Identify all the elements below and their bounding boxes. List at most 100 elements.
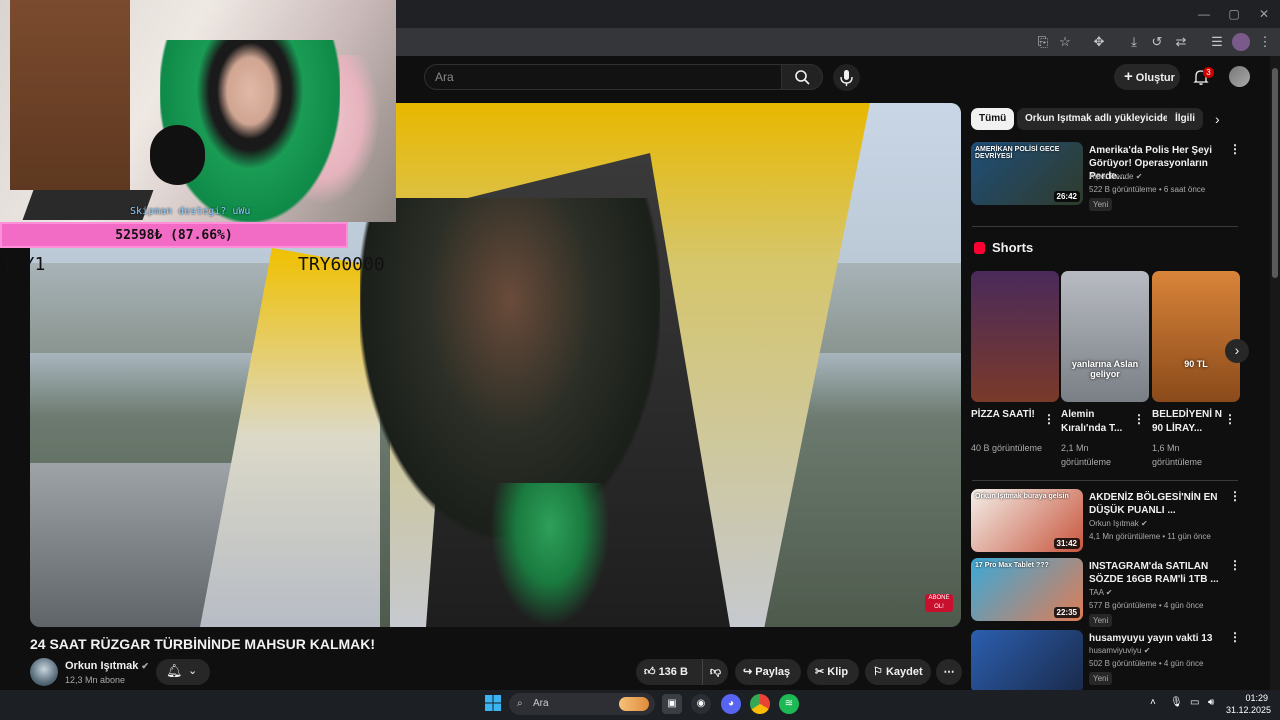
thumbs-down-icon: 👎︎ [709, 666, 722, 678]
chip-all[interactable]: Tümü [971, 108, 1015, 130]
create-button[interactable]: + Oluştur [1114, 64, 1180, 90]
search-input[interactable]: Ara [424, 64, 782, 90]
chips-next-icon[interactable]: › [1215, 111, 1220, 127]
download-icon[interactable]: ⤓ [1125, 33, 1143, 51]
chrome-icon[interactable] [750, 694, 770, 714]
video-thumbnail[interactable]: AMERİKAN POLİSİ GECE DEVRİYESİ 26:42 [971, 142, 1083, 205]
webcam-overlay [0, 0, 396, 222]
recommended-channel[interactable]: TAA ✔ [1089, 588, 1112, 597]
more-options-icon[interactable]: ⋮ [1229, 558, 1241, 572]
microphone [150, 125, 205, 185]
spotify-icon[interactable]: ≋ [779, 694, 799, 714]
bookmark-icon: ⚐ [873, 666, 883, 678]
recommended-video[interactable]: AMERİKAN POLİSİ GECE DEVRİYESİ 26:42 Ameri… [971, 142, 1241, 211]
channel-name[interactable]: Orkun Işıtmak ✔ [65, 660, 149, 672]
more-icon: ⋯ [943, 666, 955, 678]
more-options-icon[interactable]: ⋮ [1229, 630, 1241, 644]
network-icon[interactable]: ▭ [1190, 697, 1199, 708]
search-button[interactable] [781, 64, 823, 90]
short-thumbnail[interactable]: yanlarına Aslan geliyor [1061, 271, 1149, 402]
more-options-icon[interactable]: ⋮ [1224, 412, 1236, 426]
chip-related[interactable]: İlgili [1167, 108, 1203, 130]
channel-avatar[interactable] [30, 658, 58, 686]
voice-search-button[interactable] [833, 64, 860, 91]
task-view-icon[interactable]: ▣ [662, 694, 682, 714]
recommended-video[interactable]: 17 Pro Max Tablet ??? 22:35 INSTAGRAM'da S… [971, 558, 1241, 627]
video-title: 24 SAAT RÜZGAR TÜRBİNİNDE MAHSUR KALMAK! [30, 636, 376, 652]
extensions-icon[interactable]: ✥ [1090, 33, 1108, 51]
recommended-meta: 522 B görüntüleme • 6 saat önce [1089, 185, 1206, 194]
minimize-icon[interactable]: — [1196, 6, 1212, 22]
subscription-bell-button[interactable]: 🔔︎ ⌄ [156, 659, 210, 685]
section-divider [972, 226, 1238, 227]
reading-list-icon[interactable]: ☰ [1208, 33, 1226, 51]
obs-icon[interactable]: ◉ [691, 694, 711, 714]
recommended-title[interactable]: INSTAGRAM'da SATILAN SÖZDE 16GB RAM'li 1… [1089, 560, 1229, 586]
tray-overflow-icon[interactable]: ˄ [1150, 697, 1156, 708]
browser-menu-icon[interactable]: ⋮ [1256, 33, 1274, 51]
profile-icon[interactable] [1232, 33, 1250, 51]
bookmark-star-icon[interactable]: ☆ [1056, 33, 1074, 51]
short-thumbnail[interactable]: 90 TL [1152, 271, 1240, 402]
recommended-channel[interactable]: husamviyuviyu ✔ [1089, 646, 1150, 655]
translate-icon[interactable]: ⇄ [1172, 33, 1190, 51]
more-options-icon[interactable]: ⋮ [1229, 142, 1241, 156]
short-title[interactable]: Alemin Kıralı'nda T... [1061, 408, 1131, 436]
search-icon [795, 70, 810, 85]
like-button[interactable]: 👍︎ 136 B [636, 659, 702, 685]
close-window-icon[interactable]: ✕ [1256, 6, 1272, 22]
shorts-heading: Shorts [992, 240, 1034, 255]
recommended-channel[interactable]: Alper Rende ✔ [1089, 172, 1142, 181]
dislike-button[interactable]: 👎︎ [702, 659, 728, 685]
recommended-video[interactable]: husamyuyu yayın vakti 13 husamviyuviyu ✔ 5… [971, 630, 1241, 694]
more-options-icon[interactable]: ⋮ [1229, 489, 1241, 503]
start-button[interactable] [483, 694, 503, 714]
taskbar-clock-date[interactable]: 31.12.2025 [1226, 705, 1271, 715]
clip-button[interactable]: ✂ Klip [807, 659, 859, 685]
history-icon[interactable]: ↺ [1148, 33, 1166, 51]
microphone-tray-icon[interactable]: 🎙︎ [1170, 697, 1183, 708]
scrollbar-thumb[interactable] [1272, 68, 1278, 278]
search-icon: ⌕ [517, 698, 523, 709]
save-button[interactable]: ⚐ Kaydet [865, 659, 931, 685]
short-views: 2,1 Mn görüntüleme [1061, 443, 1112, 467]
short-title[interactable]: BELEDİYENİ N 90 LİRAY... [1152, 408, 1222, 436]
recommended-channel[interactable]: Orkun Işıtmak ✔ [1089, 519, 1148, 528]
discord-icon[interactable]: ◕ [721, 694, 741, 714]
more-actions-button[interactable]: ⋯ [936, 659, 962, 685]
short-overlay-text: 90 TL [1184, 359, 1208, 369]
taskbar-search[interactable]: ⌕ Ara [509, 693, 655, 715]
video-thumbnail[interactable]: 17 Pro Max Tablet ??? 22:35 [971, 558, 1083, 621]
volume-icon[interactable]: 🔊︎ [1208, 697, 1214, 708]
search-highlight-image [619, 697, 649, 711]
more-options-icon[interactable]: ⋮ [1133, 412, 1145, 426]
share-button[interactable]: ↪ Paylaş [735, 659, 801, 685]
short-title[interactable]: PİZZA SAATİ! [971, 408, 1041, 422]
recommended-title[interactable]: husamyuyu yayın vakti 13 [1089, 632, 1229, 645]
video-thumbnail[interactable]: Orkun Işıtmak buraya gelsin 31:42 [971, 489, 1083, 552]
maximize-icon[interactable]: ▢ [1226, 6, 1242, 22]
goal-max-label: TRY60000 [298, 254, 385, 275]
recommended-video[interactable]: Orkun Işıtmak buraya gelsin 31:42 AKDENİZ … [971, 489, 1241, 553]
plus-icon: + [1124, 68, 1133, 85]
thumbnail-text: AMERİKAN POLİSİ GECE DEVRİYESİ [975, 146, 1060, 160]
account-avatar[interactable] [1229, 66, 1250, 87]
subscribe-watermark[interactable]: ABONE OL! [925, 594, 953, 612]
video-thumbnail[interactable] [971, 630, 1083, 693]
short-thumbnail[interactable] [971, 271, 1059, 402]
share-icon: ↪ [743, 666, 753, 678]
verified-icon: ✔ [1135, 172, 1143, 181]
thumbnail-text: 17 Pro Max Tablet ??? [975, 562, 1049, 569]
shorts-next-button[interactable]: › [1225, 339, 1249, 363]
install-app-icon[interactable]: ⎘ [1034, 33, 1052, 51]
more-options-icon[interactable]: ⋮ [1043, 412, 1055, 426]
taskbar-clock-time[interactable]: 01:29 [1236, 693, 1268, 703]
recommended-meta: 577 B görüntüleme • 4 gün önce [1089, 601, 1204, 610]
windows-icon [485, 695, 501, 711]
recommended-title[interactable]: AKDENİZ BÖLGESİ'NİN EN DÜŞÜK PUANLI ... [1089, 491, 1229, 517]
bell-icon: 🔔︎ [166, 663, 183, 678]
subscriber-count: 12,3 Mn abone [65, 675, 126, 685]
chip-from-uploader[interactable]: Orkun Işıtmak adlı yükleyiciden [1017, 108, 1183, 130]
new-badge: Yeni [1089, 614, 1113, 627]
duration-badge: 31:42 [1053, 538, 1080, 549]
